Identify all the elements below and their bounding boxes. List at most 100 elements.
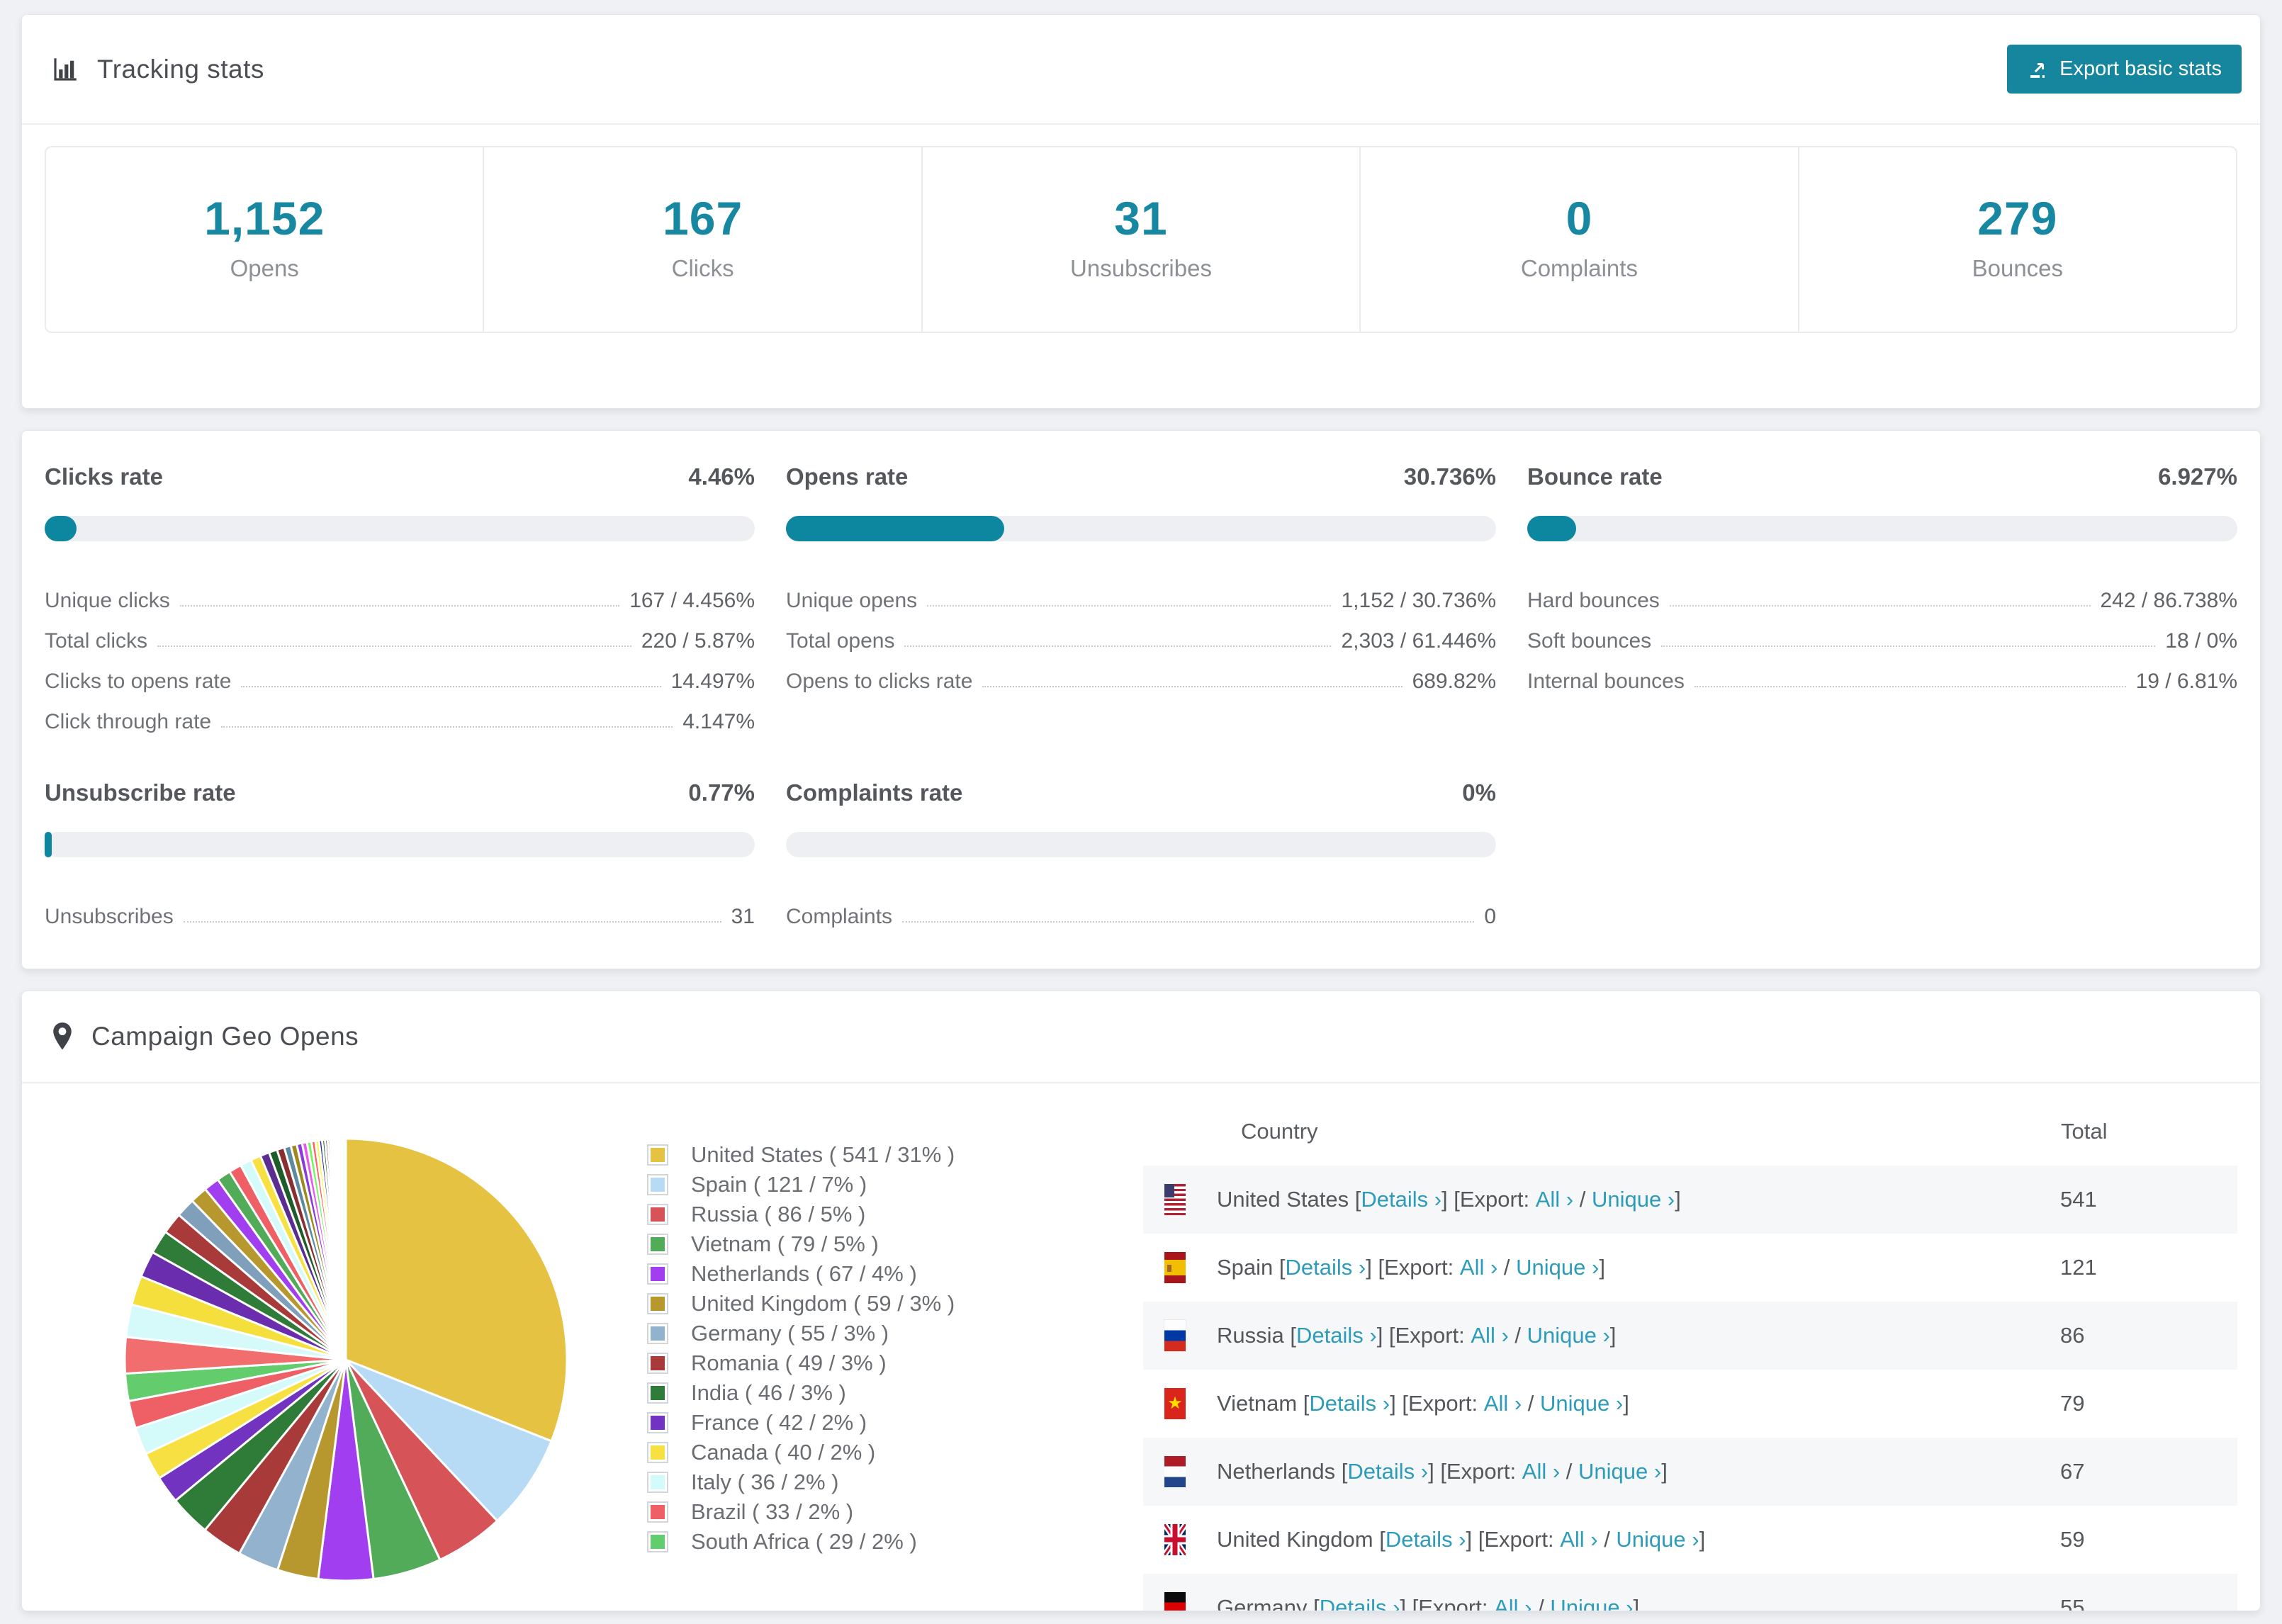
legend-swatch bbox=[647, 1412, 668, 1433]
bracket-text: ] bbox=[1623, 1391, 1629, 1416]
legend-swatch bbox=[647, 1263, 668, 1285]
slash-text: / bbox=[1508, 1323, 1527, 1348]
geo-table-wrap: Country Total United States [Details ›] … bbox=[1143, 1098, 2237, 1611]
export-all-link[interactable]: All › bbox=[1560, 1527, 1597, 1552]
rate-value: 6.927% bbox=[2158, 463, 2237, 490]
stat-opens: 1,152 Opens bbox=[46, 147, 485, 332]
details-link[interactable]: Details › bbox=[1320, 1595, 1400, 1611]
export-all-link[interactable]: All › bbox=[1522, 1459, 1560, 1484]
legend-item[interactable]: United Kingdom ( 59 / 3% ) bbox=[647, 1289, 1143, 1319]
export-unique-link[interactable]: Unique › bbox=[1592, 1187, 1675, 1212]
country-cell: Netherlands [Details ›] [Export: All › /… bbox=[1143, 1456, 2060, 1487]
export-all-link[interactable]: All › bbox=[1536, 1187, 1573, 1212]
rate-detail-value: 220 / 5.87% bbox=[641, 629, 755, 653]
rate-detail-row: Opens to clicks rate 689.82% bbox=[786, 653, 1496, 694]
export-unique-link[interactable]: Unique › bbox=[1527, 1323, 1610, 1348]
legend-item[interactable]: United States ( 541 / 31% ) bbox=[647, 1140, 1143, 1170]
pie-slice-other[interactable] bbox=[344, 1137, 347, 1360]
progress-bar-fill bbox=[1527, 516, 1577, 541]
legend-label: Brazil ( 33 / 2% ) bbox=[691, 1499, 854, 1524]
geo-opens-card: Campaign Geo Opens United States ( 541 /… bbox=[21, 991, 2261, 1611]
export-text: ] [Export: bbox=[1400, 1595, 1495, 1611]
legend-swatch bbox=[647, 1531, 668, 1552]
country-name: Germany bbox=[1217, 1595, 1308, 1611]
stat-label: Bounces bbox=[1972, 255, 2064, 281]
geo-table-header-row: Country Total bbox=[1143, 1098, 2237, 1166]
geo-body: United States ( 541 / 31% ) Spain ( 121 /… bbox=[22, 1083, 2260, 1611]
rate-detail-label: Opens to clicks rate bbox=[786, 670, 973, 693]
rate-detail-row: Hard bounces 242 / 86.738% bbox=[1527, 573, 2237, 613]
rate-value: 30.736% bbox=[1403, 463, 1496, 490]
export-text: ] [Export: bbox=[1466, 1527, 1561, 1552]
details-link[interactable]: Details › bbox=[1386, 1527, 1466, 1552]
country-total: 59 bbox=[2060, 1527, 2085, 1552]
tracking-stats-header: Tracking stats Export basic stats bbox=[22, 15, 2260, 123]
country-total: 67 bbox=[2060, 1459, 2085, 1484]
rate-detail-label: Total clicks bbox=[45, 629, 148, 653]
rate-detail-row: Total opens 2,303 / 61.446% bbox=[786, 613, 1496, 653]
country-name: Russia bbox=[1217, 1323, 1284, 1348]
dotted-leader bbox=[904, 645, 1332, 647]
stat-clicks: 167 Clicks bbox=[484, 147, 923, 332]
export-unique-link[interactable]: Unique › bbox=[1550, 1595, 1633, 1611]
pie-svg bbox=[123, 1137, 568, 1582]
export-all-link[interactable]: All › bbox=[1494, 1595, 1531, 1611]
table-row-us: United States [Details ›] [Export: All ›… bbox=[1143, 1166, 2237, 1234]
legend-swatch bbox=[647, 1144, 668, 1166]
details-link[interactable]: Details › bbox=[1361, 1187, 1441, 1212]
export-unique-link[interactable]: Unique › bbox=[1578, 1459, 1661, 1484]
legend-item[interactable]: Vietnam ( 79 / 5% ) bbox=[647, 1229, 1143, 1259]
export-all-link[interactable]: All › bbox=[1471, 1323, 1508, 1348]
export-basic-stats-button[interactable]: Export basic stats bbox=[2007, 45, 2242, 94]
details-link[interactable]: Details › bbox=[1286, 1255, 1366, 1280]
export-all-link[interactable]: All › bbox=[1484, 1391, 1522, 1416]
export-icon bbox=[2027, 59, 2048, 80]
legend-label: Italy ( 36 / 2% ) bbox=[691, 1470, 839, 1494]
export-unique-link[interactable]: Unique › bbox=[1540, 1391, 1623, 1416]
legend-swatch bbox=[647, 1501, 668, 1523]
legend-item[interactable]: Brazil ( 33 / 2% ) bbox=[647, 1497, 1143, 1527]
rate-detail-value: 4.147% bbox=[682, 710, 755, 733]
bracket-text: [ bbox=[1373, 1527, 1386, 1552]
rate-detail-row: Soft bounces 18 / 0% bbox=[1527, 613, 2237, 653]
export-all-link[interactable]: All › bbox=[1460, 1255, 1497, 1280]
pie-legend: United States ( 541 / 31% ) Spain ( 121 /… bbox=[647, 1098, 1143, 1611]
dotted-leader bbox=[982, 686, 1403, 687]
legend-item[interactable]: Netherlands ( 67 / 4% ) bbox=[647, 1259, 1143, 1289]
bracket-text: ] bbox=[1699, 1527, 1706, 1552]
country-total: 79 bbox=[2060, 1391, 2085, 1416]
stats-wrap: 1,152 Opens 167 Clicks 31 Unsubscribes 0 Compla… bbox=[22, 125, 2260, 408]
bracket-text: [ bbox=[1283, 1323, 1296, 1348]
rate-detail-label: Clicks to opens rate bbox=[45, 670, 232, 693]
legend-item[interactable]: Italy ( 36 / 2% ) bbox=[647, 1467, 1143, 1497]
legend-item[interactable]: Canada ( 40 / 2% ) bbox=[647, 1438, 1143, 1467]
export-unique-link[interactable]: Unique › bbox=[1516, 1255, 1599, 1280]
bar-chart-icon bbox=[50, 55, 80, 84]
details-link[interactable]: Details › bbox=[1309, 1391, 1390, 1416]
rate-detail-value: 689.82% bbox=[1412, 670, 1496, 693]
details-link[interactable]: Details › bbox=[1296, 1323, 1377, 1348]
export-unique-link[interactable]: Unique › bbox=[1616, 1527, 1699, 1552]
rate-detail-value: 19 / 6.81% bbox=[2135, 670, 2237, 693]
stat-complaints: 0 Complaints bbox=[1361, 147, 1799, 332]
legend-item[interactable]: Romania ( 49 / 3% ) bbox=[647, 1348, 1143, 1378]
legend-item[interactable]: Russia ( 86 / 5% ) bbox=[647, 1200, 1143, 1229]
legend-item[interactable]: Germany ( 55 / 3% ) bbox=[647, 1319, 1143, 1348]
legend-item[interactable]: South Africa ( 29 / 2% ) bbox=[647, 1527, 1143, 1557]
dotted-leader bbox=[1669, 605, 2091, 607]
details-link[interactable]: Details › bbox=[1347, 1459, 1428, 1484]
bracket-text: [ bbox=[1335, 1459, 1348, 1484]
country-total: 55 bbox=[2060, 1595, 2085, 1611]
stat-value: 31 bbox=[1114, 192, 1168, 244]
legend-item[interactable]: India ( 46 / 3% ) bbox=[647, 1378, 1143, 1408]
rate-section-opens-rate: Opens rate 30.736% Unique opens 1,152 / 30.… bbox=[786, 463, 1496, 734]
progress-bar bbox=[786, 516, 1496, 541]
legend-swatch bbox=[647, 1442, 668, 1463]
legend-label: Netherlands ( 67 / 4% ) bbox=[691, 1261, 917, 1286]
rate-title: Clicks rate bbox=[45, 463, 163, 490]
rate-detail-label: Internal bounces bbox=[1527, 670, 1685, 693]
legend-item[interactable]: Spain ( 121 / 7% ) bbox=[647, 1170, 1143, 1200]
bracket-text: ] bbox=[1633, 1595, 1640, 1611]
geo-title-row: Campaign Geo Opens bbox=[50, 1021, 359, 1052]
legend-item[interactable]: France ( 42 / 2% ) bbox=[647, 1408, 1143, 1438]
